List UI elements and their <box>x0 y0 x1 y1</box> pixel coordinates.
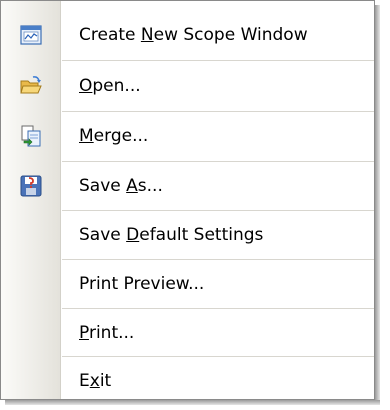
menu-item-label: Exit <box>79 370 112 391</box>
menu-item-save-as[interactable]: Save As... <box>1 161 374 210</box>
menu-item-label: Save Default Settings <box>79 224 264 245</box>
menu-item-label: Save As... <box>79 175 163 196</box>
menu-item-exit[interactable]: Exit <box>1 356 374 405</box>
menu-item-merge[interactable]: Merge... <box>1 111 374 160</box>
menu-shadow-right <box>375 5 380 405</box>
menu-item-open[interactable]: Open... <box>1 61 374 110</box>
menu-item-label: Open... <box>79 75 141 96</box>
merge-icon <box>20 125 42 147</box>
menu-item-print-preview[interactable]: Print Preview... <box>1 259 374 308</box>
menu-item-save-default-settings[interactable]: Save Default Settings <box>1 210 374 259</box>
file-menu: Create New Scope Window Open... Merge...… <box>0 0 375 400</box>
open-folder-icon <box>20 75 42 97</box>
scope-window-icon <box>20 24 42 46</box>
menu-item-label: Print... <box>79 322 135 343</box>
menu-item-label: Print Preview... <box>79 273 205 294</box>
menu-item-create-new-scope-window[interactable]: Create New Scope Window <box>1 10 374 59</box>
save-as-icon <box>20 175 42 197</box>
menu-item-label: Create New Scope Window <box>79 24 308 45</box>
menu-item-print[interactable]: Print... <box>1 308 374 357</box>
menu-item-label: Merge... <box>79 125 149 146</box>
